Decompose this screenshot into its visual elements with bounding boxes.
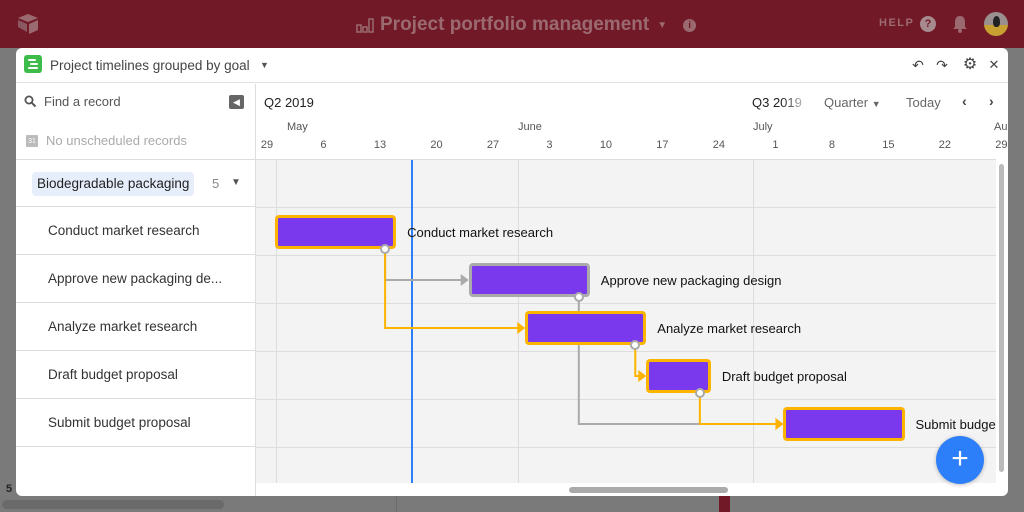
week-tick-label: 6 — [320, 139, 327, 151]
background-row-count: 5 — [6, 483, 13, 495]
record-row[interactable]: Submit budget proposal — [16, 399, 256, 447]
week-tick-label: 10 — [599, 139, 613, 151]
dependency-line — [698, 393, 777, 425]
week-tick-label: 1 — [772, 139, 779, 151]
week-tick-label: 8 — [828, 139, 835, 151]
record-name: Draft budget proposal — [48, 367, 178, 382]
quarter-label: Q2 2019 — [264, 95, 314, 110]
background-divider — [396, 496, 397, 512]
view-name[interactable]: Project timelines grouped by goal — [50, 58, 250, 73]
base-title: Project portfolio management — [380, 14, 650, 35]
record-name: Conduct market research — [48, 223, 200, 238]
add-record-button[interactable]: + — [936, 436, 984, 484]
task-bar[interactable] — [468, 263, 590, 297]
group-count: 5 — [212, 176, 220, 191]
background-marker — [719, 496, 730, 512]
task-bar-label: Submit budget proposal — [915, 417, 996, 432]
week-tick-label: 22 — [938, 139, 951, 151]
timeline-panel: Q2 2019 Q3 2019 Quarter ▼ Today ‹ › May J… — [256, 84, 1008, 496]
find-record-search[interactable]: Find a record — [24, 94, 121, 109]
info-icon[interactable]: i — [683, 18, 697, 32]
vertical-scrollbar[interactable] — [999, 164, 1004, 472]
task-bar-label: Conduct market research — [407, 225, 554, 240]
chevron-down-icon: ▼ — [871, 99, 881, 109]
week-tick-label: 29 — [260, 139, 274, 151]
record-row[interactable]: Conduct market research — [16, 207, 256, 255]
collapse-sidebar-icon[interactable]: ◀ — [229, 95, 244, 109]
week-tick-label: 27 — [486, 139, 500, 151]
close-icon[interactable]: ✕ — [986, 57, 1002, 73]
task-bar[interactable] — [275, 215, 397, 249]
zoom-level-select[interactable]: Quarter ▼ — [824, 95, 881, 110]
record-row[interactable]: Approve new packaging de... — [16, 255, 256, 303]
airtable-logo-icon[interactable] — [16, 13, 40, 35]
search-icon — [24, 95, 37, 108]
calendar-icon: 31 — [26, 134, 38, 147]
next-period-icon[interactable]: › — [989, 93, 994, 109]
dependency-line — [384, 249, 462, 281]
bar-chart-icon — [356, 18, 374, 33]
record-name: Approve new packaging de... — [48, 271, 223, 286]
month-label: June — [518, 121, 542, 133]
user-avatar[interactable] — [984, 12, 1008, 36]
week-tick-label: 24 — [712, 139, 726, 151]
week-tick-label: 17 — [656, 139, 669, 151]
month-label: Au — [994, 121, 1008, 133]
group-label: Biodegradable packaging — [32, 172, 195, 196]
records-sidebar: Find a record ◀ 31 No unscheduled record… — [16, 84, 256, 496]
week-tick-label: 3 — [546, 139, 553, 151]
help-icon[interactable]: ? — [920, 16, 936, 32]
week-tick-label: 15 — [882, 139, 895, 151]
settings-gear-icon[interactable]: ⚙ — [962, 57, 978, 73]
horizontal-scrollbar[interactable] — [569, 487, 728, 493]
help-link[interactable]: HELP — [879, 17, 914, 29]
week-tick-label: 20 — [430, 139, 443, 151]
today-button[interactable]: Today — [906, 95, 941, 110]
unscheduled-records: 31 No unscheduled records — [26, 133, 187, 148]
redo-icon[interactable]: ↷ — [934, 57, 950, 73]
quarter-fade — [782, 92, 812, 112]
dependency-handle[interactable] — [694, 388, 705, 398]
month-label: May — [287, 121, 308, 133]
modal-header: Project timelines grouped by goal ▼ ↶ ↷ … — [16, 48, 1008, 83]
record-name: Submit budget proposal — [48, 415, 191, 430]
record-name: Analyze market research — [48, 319, 198, 334]
base-title-button[interactable]: Project portfolio management ▼ i — [356, 13, 697, 37]
group-header[interactable]: Biodegradable packaging 5 ▼ — [16, 159, 256, 207]
chevron-down-icon: ▼ — [657, 19, 668, 31]
task-bar-label: Approve new packaging design — [600, 273, 782, 288]
search-input[interactable]: Find a record — [44, 94, 121, 109]
month-label: July — [753, 121, 773, 133]
week-tick-label: 13 — [373, 139, 387, 151]
app-topbar: Project portfolio management ▼ i HELP ? — [0, 0, 1024, 48]
week-tick-label: 29 — [995, 139, 1008, 151]
undo-icon[interactable]: ↶ — [910, 57, 926, 73]
view-menu-chevron-icon[interactable]: ▼ — [260, 60, 269, 70]
timeline-view-icon — [24, 55, 42, 73]
dependency-arrowhead — [775, 418, 784, 430]
group-collapse-chevron-icon[interactable]: ▼ — [231, 177, 241, 188]
timeline-grid: Conduct market research Approve new packa… — [256, 159, 996, 483]
task-bar-label: Draft budget proposal — [721, 369, 847, 384]
background-scrollbar — [2, 500, 224, 509]
dependency-arrowhead — [638, 370, 647, 382]
prev-period-icon[interactable]: ‹ — [962, 93, 967, 109]
dependency-arrowhead — [517, 322, 526, 334]
dependency-handle[interactable] — [573, 292, 584, 302]
task-bar[interactable] — [783, 407, 905, 441]
background-overlay — [0, 48, 16, 512]
zoom-level-value: Quarter — [824, 95, 869, 110]
record-row[interactable]: Analyze market research — [16, 303, 256, 351]
dependency-arrowhead — [460, 274, 469, 286]
timeline-modal: Project timelines grouped by goal ▼ ↶ ↷ … — [16, 48, 1008, 496]
unscheduled-text: No unscheduled records — [46, 133, 187, 148]
notification-bell-icon[interactable] — [952, 15, 968, 33]
record-row[interactable]: Draft budget proposal — [16, 351, 256, 399]
task-bar-label: Analyze market research — [657, 321, 802, 336]
task-bar[interactable] — [525, 311, 647, 345]
